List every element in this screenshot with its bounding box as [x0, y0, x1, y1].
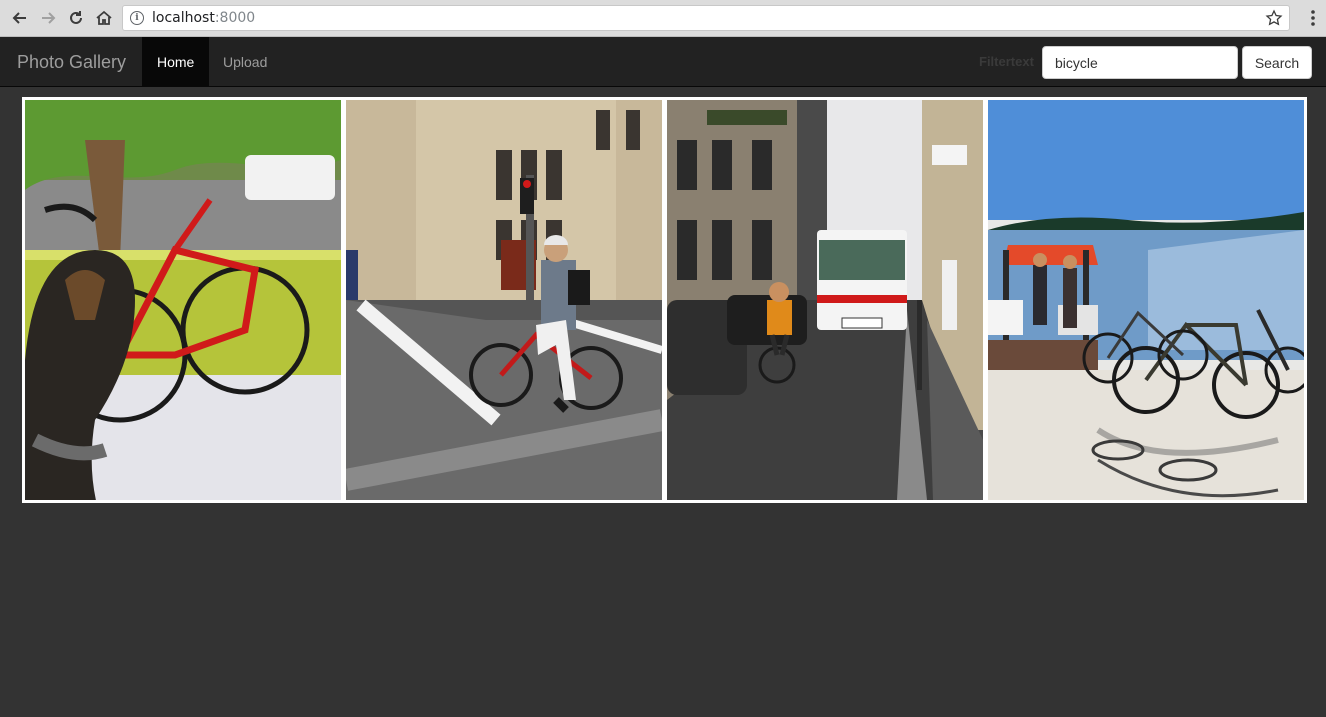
brand-title[interactable]: Photo Gallery [17, 52, 126, 73]
nav-home[interactable]: Home [142, 37, 210, 87]
url-text: localhost:8000 [152, 10, 256, 26]
forward-icon[interactable] [37, 7, 59, 29]
photo-bicycles-beach [988, 100, 1304, 500]
photo-gallery [22, 97, 1307, 503]
photo-street-truck [667, 100, 983, 500]
photo-bicycle-dog [25, 100, 341, 500]
browser-menu-icon[interactable] [1310, 9, 1316, 27]
gallery-photo[interactable] [25, 100, 341, 500]
filter-label: Filtertext [979, 54, 1034, 69]
gallery-photo[interactable] [667, 100, 983, 500]
gallery-photo[interactable] [346, 100, 662, 500]
address-bar[interactable]: i localhost:8000 [122, 5, 1290, 31]
back-icon[interactable] [9, 7, 31, 29]
nav-upload[interactable]: Upload [208, 37, 282, 87]
browser-toolbar: i localhost:8000 [0, 0, 1326, 37]
search-button[interactable]: Search [1242, 46, 1312, 79]
reload-icon[interactable] [65, 7, 87, 29]
gallery-photo[interactable] [988, 100, 1304, 500]
photo-cyclist-crosswalk [346, 100, 662, 500]
home-icon[interactable] [93, 7, 115, 29]
bookmark-star-icon[interactable] [1265, 9, 1283, 27]
search-input[interactable] [1042, 46, 1238, 79]
info-icon[interactable]: i [130, 11, 144, 25]
